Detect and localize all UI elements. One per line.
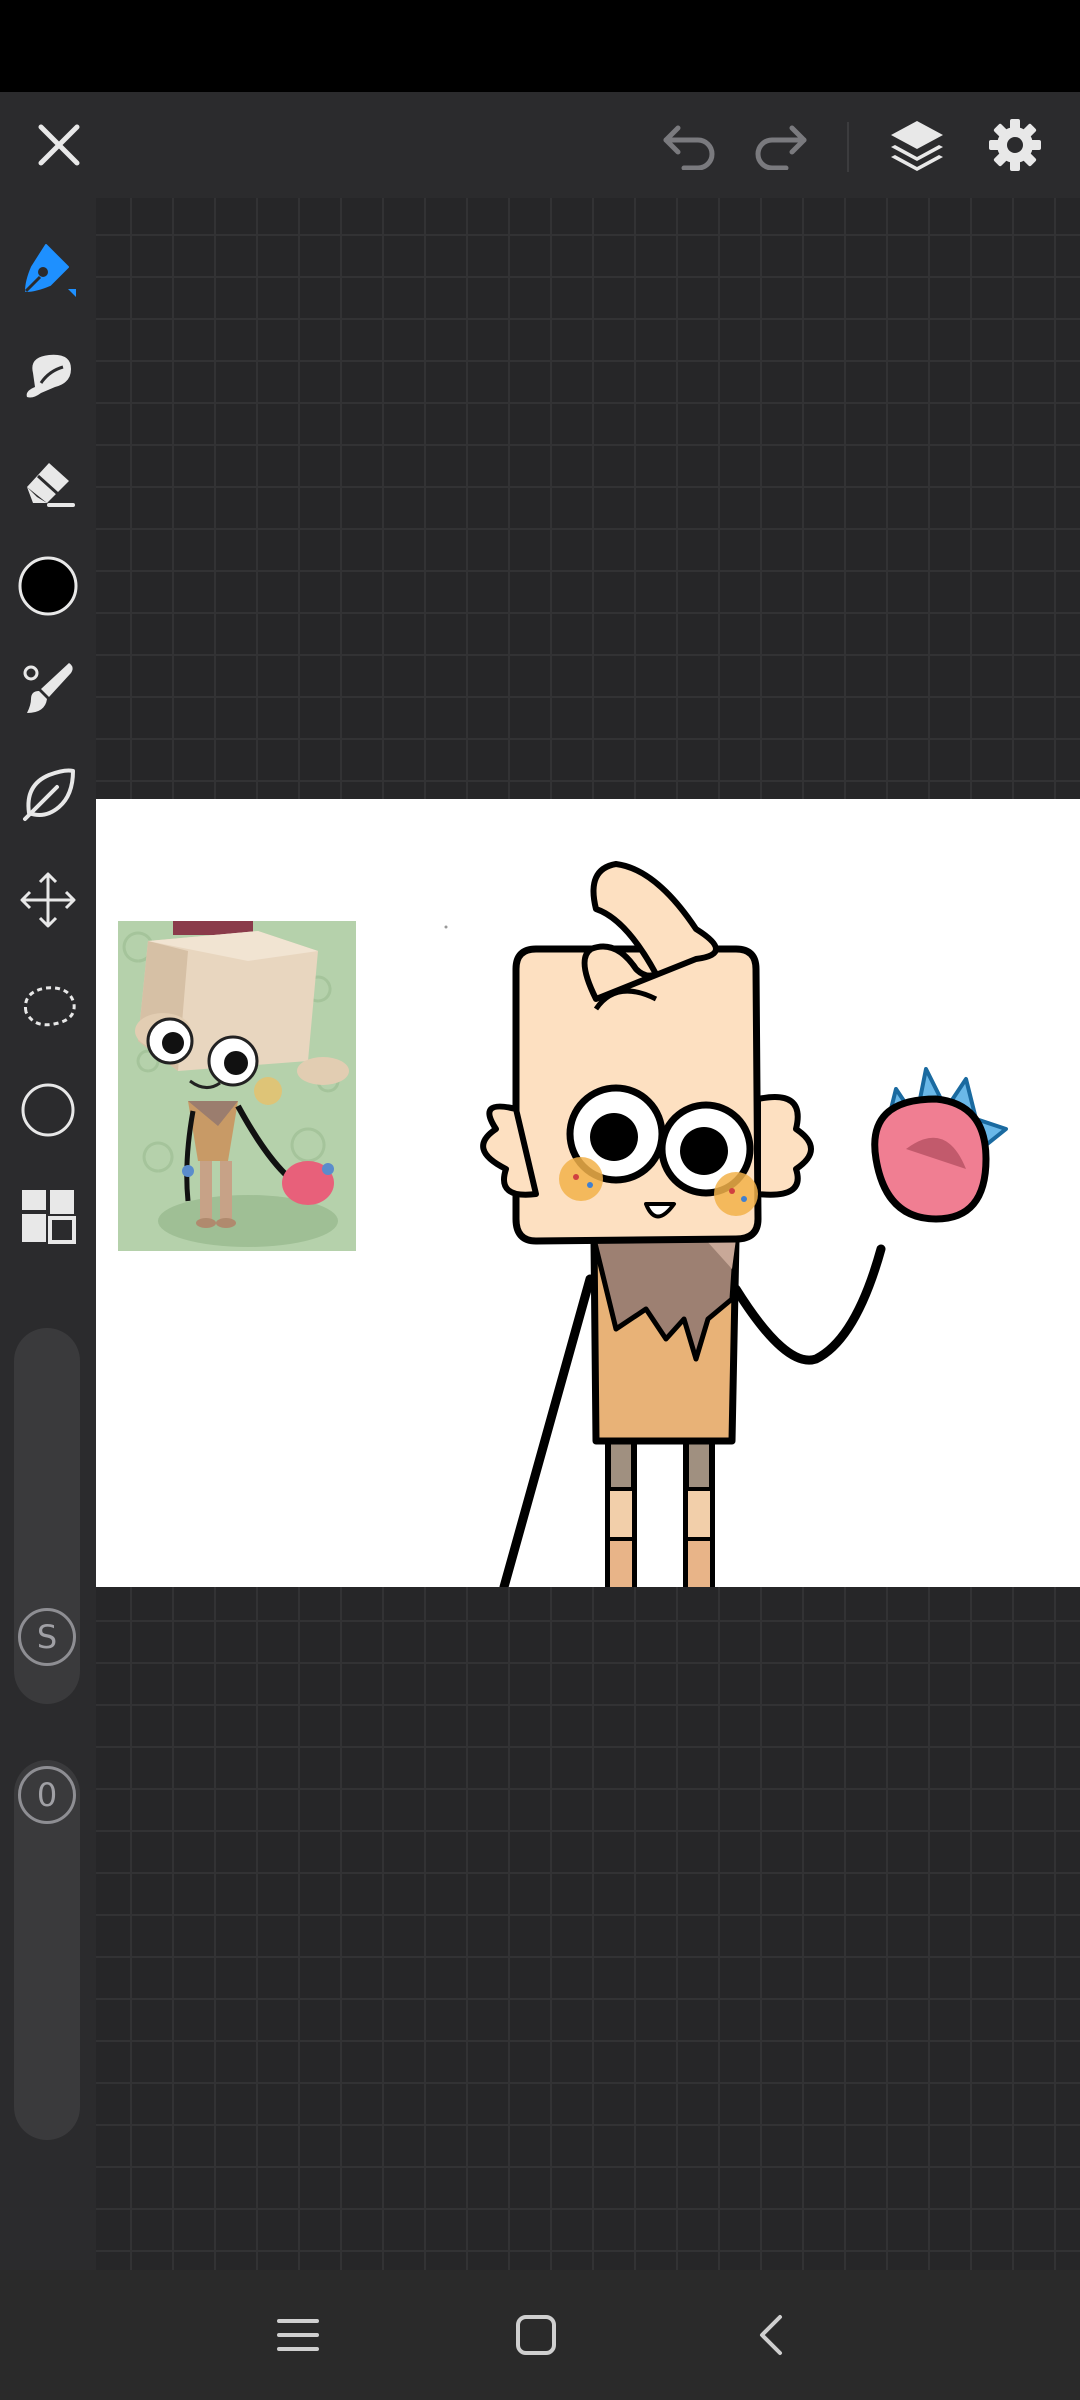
gear-icon <box>989 119 1041 171</box>
back-icon <box>760 2315 782 2355</box>
eraser-icon <box>27 463 75 507</box>
smudge-icon <box>26 354 72 398</box>
layers-icon <box>891 121 943 171</box>
close-icon <box>38 124 80 166</box>
shape-tool-button[interactable] <box>10 1072 86 1148</box>
size-slider-badge[interactable]: S <box>18 1608 76 1666</box>
opacity-slider-badge[interactable]: 0 <box>18 1766 76 1824</box>
home-icon <box>516 2315 556 2355</box>
character-drawing <box>444 861 1008 1587</box>
redo-icon <box>755 125 807 170</box>
recent-apps-button[interactable] <box>258 2300 338 2370</box>
brush-settings-button[interactable] <box>10 652 86 724</box>
layers-button[interactable] <box>875 108 959 182</box>
toolbar-divider <box>847 122 849 172</box>
color-swatch-icon <box>18 556 78 616</box>
recent-apps-icon <box>277 2319 319 2351</box>
back-button[interactable] <box>732 2300 812 2370</box>
redo-button[interactable] <box>740 110 820 180</box>
move-icon <box>20 872 76 928</box>
transform-tool-button[interactable] <box>10 862 86 938</box>
color-picker-button[interactable] <box>12 550 84 622</box>
settings-button[interactable] <box>975 108 1055 182</box>
lasso-icon <box>23 986 76 1027</box>
brush-tool-button[interactable] <box>6 232 90 306</box>
leaf-icon <box>23 768 75 821</box>
undo-button[interactable] <box>650 110 730 180</box>
fill-tool-button[interactable] <box>10 758 86 830</box>
status-bar <box>0 0 1080 92</box>
circle-icon <box>21 1083 75 1137</box>
eraser-tool-button[interactable] <box>10 446 86 518</box>
smudge-tool-button[interactable] <box>10 340 86 412</box>
top-toolbar <box>0 92 1080 198</box>
gallery-button[interactable] <box>10 1178 86 1254</box>
pen-tool-icon <box>24 244 76 297</box>
drawing-canvas[interactable] <box>96 799 1080 1587</box>
paintbrush-icon <box>23 663 73 713</box>
home-button[interactable] <box>496 2300 576 2370</box>
lasso-tool-button[interactable] <box>10 968 86 1044</box>
close-button[interactable] <box>24 114 94 176</box>
grid-icon <box>22 1190 76 1244</box>
undo-icon <box>663 125 715 170</box>
system-nav-bar <box>0 2270 1080 2400</box>
